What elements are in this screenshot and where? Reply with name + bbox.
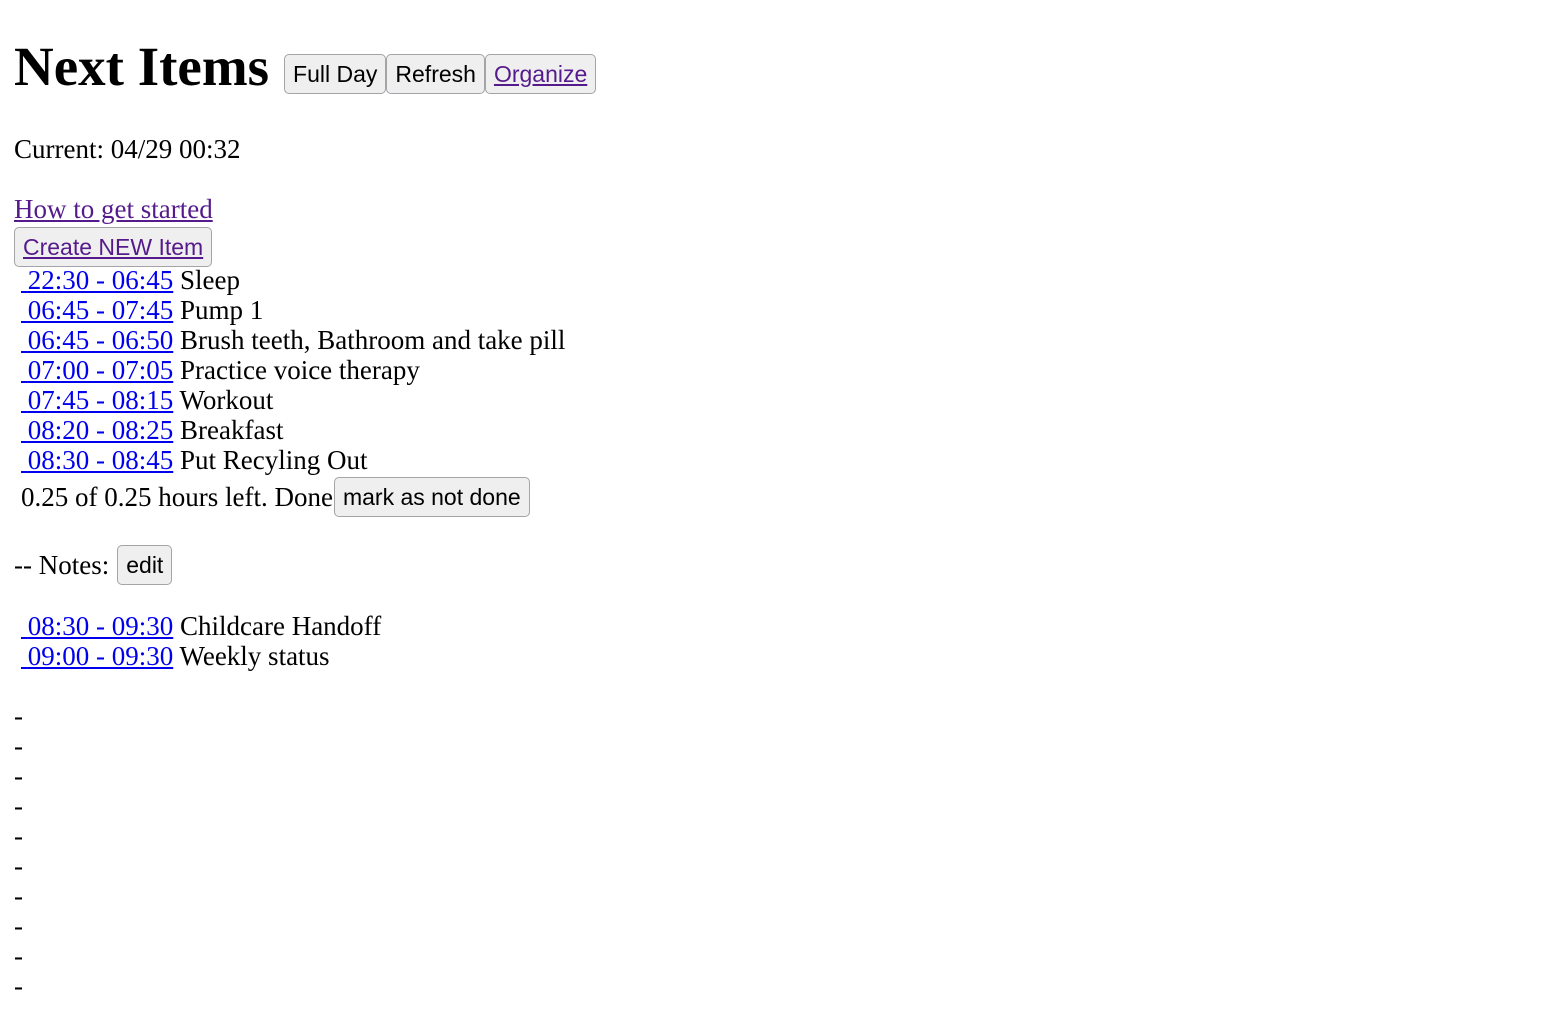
create-new-item-link[interactable]: Create NEW Item [23, 234, 203, 260]
header-buttons: Full Day Refresh Organize [284, 54, 597, 94]
empty-slot: - [14, 821, 23, 851]
organize-button[interactable]: Organize [484, 54, 597, 94]
schedule-item-name: Weekly status [179, 641, 330, 671]
schedule-item-name: Workout [179, 385, 274, 415]
current-time: Current: 04/29 00:32 [14, 132, 241, 166]
schedule-row: 08:30 - 09:30 Childcare Handoff [21, 611, 381, 641]
schedule-item-name: Pump 1 [180, 295, 264, 325]
full-day-button[interactable]: Full Day [284, 54, 387, 94]
current-datetime: 04/29 00:32 [110, 134, 241, 164]
empty-slot: - [14, 701, 23, 731]
schedule-time-link[interactable]: 07:00 - 07:05 [21, 355, 174, 385]
schedule-item-name: Brush teeth, Bathroom and take pill [180, 325, 566, 355]
organize-link[interactable]: Organize [494, 61, 587, 87]
empty-slot: - [14, 731, 23, 761]
schedule-time-link[interactable]: 08:30 - 08:45 [21, 445, 174, 475]
schedule-item-name: Childcare Handoff [180, 611, 382, 641]
schedule-row: 06:45 - 07:45 Pump 1 [21, 295, 264, 325]
how-to-get-started-link[interactable]: How to get started [14, 192, 213, 226]
schedule-time-link[interactable]: 22:30 - 06:45 [21, 265, 174, 295]
schedule-row: 06:45 - 06:50 Brush teeth, Bathroom and … [21, 325, 566, 355]
empty-slot: - [14, 881, 23, 911]
empty-slot: - [14, 791, 23, 821]
schedule-item-name: Put Recyling Out [180, 445, 368, 475]
refresh-button[interactable]: Refresh [386, 54, 485, 94]
schedule-time-link[interactable]: 06:45 - 07:45 [21, 295, 174, 325]
schedule-item-name: Breakfast [180, 415, 284, 445]
schedule-item-name: Practice voice therapy [180, 355, 420, 385]
schedule-row: 07:00 - 07:05 Practice voice therapy [21, 355, 420, 385]
schedule-time-link[interactable]: 08:20 - 08:25 [21, 415, 174, 445]
schedule-row-selected: 08:30 - 08:45 Put Recyling Out [21, 445, 368, 475]
create-new-item-button[interactable]: Create NEW Item [14, 227, 213, 267]
notes-label: -- Notes: [14, 549, 110, 580]
hours-left-text: 0.25 of 0.25 hours left. Done [21, 481, 333, 512]
empty-slot: - [14, 911, 23, 941]
schedule-time-link[interactable]: 07:45 - 08:15 [21, 385, 174, 415]
empty-slot: - [14, 851, 23, 881]
schedule-item-name: Sleep [180, 265, 240, 295]
schedule-row: 08:20 - 08:25 Breakfast [21, 415, 284, 445]
item-status-line: 0.25 of 0.25 hours left. Done mark as no… [21, 477, 530, 517]
empty-slot: - [14, 941, 23, 971]
notes-line: -- Notes: edit [14, 545, 173, 585]
schedule-row: 22:30 - 06:45 Sleep [21, 265, 240, 295]
schedule-time-link[interactable]: 09:00 - 09:30 [21, 641, 174, 671]
empty-slot: - [14, 761, 23, 791]
empty-slot: - [14, 971, 23, 1001]
mark-as-not-done-button[interactable]: mark as not done [333, 477, 530, 517]
header: Next Items Full Day Refresh Organize [14, 28, 597, 100]
page-title: Next Items [14, 36, 270, 97]
schedule-row: 09:00 - 09:30 Weekly status [21, 641, 330, 671]
edit-notes-button[interactable]: edit [117, 545, 173, 585]
schedule-time-link[interactable]: 06:45 - 06:50 [21, 325, 174, 355]
schedule-time-link[interactable]: 08:30 - 09:30 [21, 611, 174, 641]
schedule-row: 07:45 - 08:15 Workout [21, 385, 274, 415]
current-label: Current: [14, 134, 104, 164]
